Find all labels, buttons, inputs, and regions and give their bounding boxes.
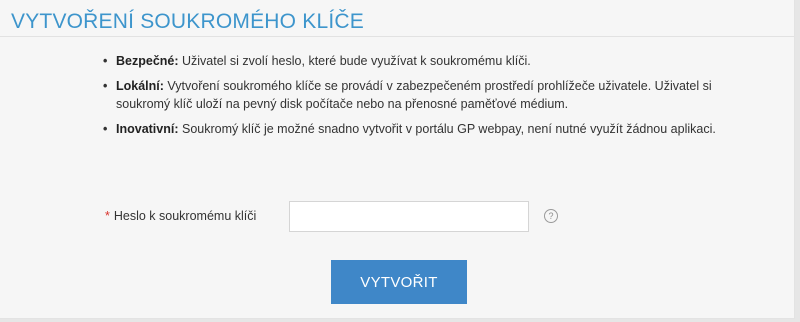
- feature-term: Inovativní:: [116, 122, 179, 136]
- bullet: •: [103, 122, 108, 136]
- help-icon[interactable]: ?: [544, 209, 558, 223]
- feature-text: Uživatel si zvolí heslo, které bude využ…: [178, 54, 531, 68]
- page-title: VYTVOŘENÍ SOUKROMÉHO KLÍČE: [11, 10, 364, 33]
- feature-text: Vytvoření soukromého klíče se provádí v …: [116, 79, 712, 111]
- password-label-text: Heslo k soukromému klíči: [113, 209, 257, 223]
- feature-term: Bezpečné:: [116, 54, 179, 68]
- feature-term: Lokální:: [116, 79, 164, 93]
- title-divider: [0, 36, 794, 37]
- password-input[interactable]: [289, 201, 529, 232]
- feature-item-secure: • Bezpečné: Uživatel si zvolí heslo, kte…: [103, 52, 723, 70]
- bullet: •: [103, 54, 108, 68]
- feature-item-local: • Lokální: Vytvoření soukromého klíče se…: [103, 77, 723, 113]
- feature-text: Soukromý klíč je možné snadno vytvořit v…: [178, 122, 716, 136]
- create-button[interactable]: VYTVOŘIT: [331, 260, 467, 304]
- required-mark: *: [105, 209, 110, 223]
- password-label: * Heslo k soukromému klíči: [105, 209, 256, 223]
- bullet: •: [103, 79, 108, 93]
- private-key-panel: VYTVOŘENÍ SOUKROMÉHO KLÍČE • Bezpečné: U…: [0, 0, 795, 319]
- feature-item-innovative: • Inovativní: Soukromý klíč je možné sna…: [103, 120, 723, 138]
- feature-list: • Bezpečné: Uživatel si zvolí heslo, kte…: [103, 52, 723, 145]
